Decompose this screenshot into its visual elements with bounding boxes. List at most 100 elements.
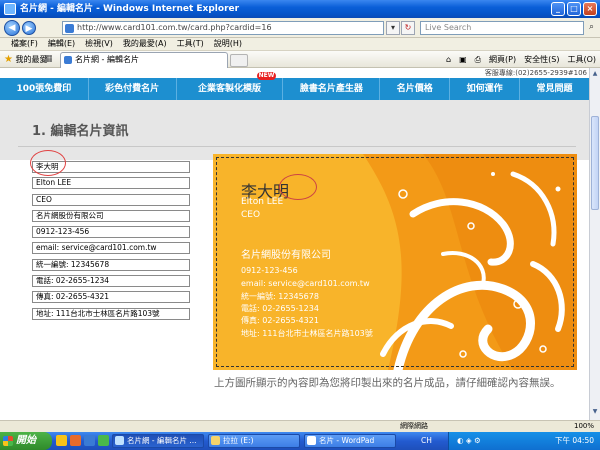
back-arrow-icon[interactable]: ◀ bbox=[4, 20, 20, 36]
field-english-name[interactable]: Elton LEE bbox=[32, 177, 190, 190]
card-address: 地址: 111台北市士林區名片路103號 bbox=[241, 329, 373, 338]
quicklaunch-icon-2[interactable] bbox=[70, 435, 81, 446]
menu-help[interactable]: 說明(H) bbox=[209, 38, 247, 50]
field-fax[interactable]: 傳真: 02-2655-4321 bbox=[32, 291, 190, 304]
taskbar-item-label: 拉拉 (E:) bbox=[223, 436, 254, 445]
hotline-text: 客服專線:(02)2655-2939#106 bbox=[484, 69, 587, 77]
ie-task-icon bbox=[115, 436, 124, 445]
security-zone: 網際網路 bbox=[400, 422, 428, 430]
new-badge: NEW bbox=[256, 72, 277, 80]
tab-current[interactable]: 名片網 - 編輯名片 bbox=[60, 52, 228, 68]
status-bar: 網際網路 100% bbox=[0, 420, 600, 432]
address-text: http://www.card101.com.tw/card.php?cardi… bbox=[77, 23, 272, 32]
favorites-star-icon: ★ bbox=[4, 54, 13, 65]
card-company: 名片網股份有限公司 bbox=[241, 250, 331, 261]
nav-faq[interactable]: 常見問題 bbox=[520, 78, 589, 100]
page-scrollbar[interactable]: ▲ ▼ bbox=[589, 68, 600, 420]
command-safety[interactable]: 安全性(S) bbox=[524, 54, 559, 65]
print-icon[interactable]: ⎙ bbox=[475, 54, 481, 65]
forward-arrow-icon[interactable]: ▶ bbox=[22, 21, 36, 35]
field-mobile[interactable]: 0912-123-456 bbox=[32, 226, 190, 239]
window-title: 名片網 - 編輯名片 - Windows Internet Explorer bbox=[20, 4, 240, 14]
close-button[interactable]: × bbox=[583, 2, 597, 16]
ime-indicator[interactable]: CH bbox=[421, 432, 432, 450]
window-title-bar[interactable]: 名片網 - 編輯名片 - Windows Internet Explorer _… bbox=[0, 0, 600, 18]
red-circle-annotation bbox=[30, 150, 66, 176]
new-tab-button[interactable] bbox=[230, 54, 248, 67]
compat-view-icon[interactable]: ▾ bbox=[386, 21, 400, 35]
menu-tools[interactable]: 工具(T) bbox=[172, 38, 209, 50]
quick-tabs-icon[interactable]: ▦ bbox=[44, 54, 56, 65]
address-input[interactable]: http://www.card101.com.tw/card.php?cardi… bbox=[62, 21, 384, 35]
card-tax-id: 統一編號: 12345678 bbox=[241, 292, 319, 301]
page-icon bbox=[65, 24, 74, 33]
favorites-label: 我的最愛 bbox=[15, 55, 48, 64]
nav-how-it-works[interactable]: 如何運作 bbox=[450, 78, 521, 100]
menu-file[interactable]: 檔案(F) bbox=[6, 38, 43, 50]
field-phone[interactable]: 電話: 02-2655-1234 bbox=[32, 275, 190, 288]
scroll-thumb[interactable] bbox=[591, 116, 599, 210]
card-email: email: service@card101.com.tw bbox=[241, 279, 370, 288]
card-english-name: Elton LEE bbox=[241, 197, 284, 207]
favorites-button[interactable]: ★ 我的最愛 bbox=[4, 54, 48, 65]
address-toolbar: ◀ ▶ http://www.card101.com.tw/card.php?c… bbox=[0, 18, 600, 38]
card-job-title: CEO bbox=[241, 210, 261, 220]
taskbar-item-label: 名片網 - 編輯名片 ... bbox=[127, 436, 197, 445]
quicklaunch-icon-1[interactable] bbox=[56, 435, 67, 446]
folder-task-icon bbox=[211, 436, 220, 445]
nav-enterprise-label: 企業客製化模版 bbox=[197, 84, 261, 94]
clock[interactable]: 下午 04:50 bbox=[555, 432, 594, 450]
command-page[interactable]: 網頁(P) bbox=[489, 54, 516, 65]
refresh-icon[interactable]: ↻ bbox=[401, 21, 415, 35]
taskbar-item-folder[interactable]: 拉拉 (E:) bbox=[208, 434, 300, 448]
windows-logo-icon bbox=[3, 436, 13, 446]
confirmation-notice: 上方圖所顯示的內容即為您將印製出來的名片成品，請仔細確認內容無誤。 bbox=[214, 377, 561, 389]
nav-enterprise-template[interactable]: 企業客製化模版 NEW bbox=[177, 72, 284, 100]
card-mobile: 0912-123-456 bbox=[241, 266, 298, 275]
quicklaunch-icon-4[interactable] bbox=[98, 435, 109, 446]
tray-icons[interactable]: ◐ ◈ ⚙ bbox=[457, 432, 481, 450]
taskbar-item-label: 名片 - WordPad bbox=[319, 436, 375, 445]
search-placeholder: Live Search bbox=[425, 23, 472, 32]
menu-view[interactable]: 檢視(V) bbox=[80, 38, 118, 50]
scroll-up-icon[interactable]: ▲ bbox=[591, 70, 599, 79]
divider bbox=[18, 146, 576, 147]
quick-launch bbox=[56, 435, 109, 446]
field-company[interactable]: 名片網股份有限公司 bbox=[32, 209, 190, 222]
command-tools[interactable]: 工具(O) bbox=[567, 54, 596, 65]
nav-price[interactable]: 名片價格 bbox=[380, 78, 451, 100]
nav-free-print[interactable]: 100張免費印 bbox=[0, 78, 89, 100]
menu-favorites[interactable]: 我的最愛(A) bbox=[118, 38, 172, 50]
minimize-button[interactable]: _ bbox=[551, 2, 565, 16]
taskbar-item-ie[interactable]: 名片網 - 編輯名片 ... bbox=[112, 434, 204, 448]
feeds-icon[interactable]: ▣ bbox=[459, 54, 467, 65]
section-title: 1. 編輯名片資訊 bbox=[32, 124, 129, 139]
home-icon[interactable]: ⌂ bbox=[446, 54, 451, 65]
start-button[interactable]: 開始 bbox=[0, 432, 52, 450]
card-phone: 電話: 02-2655-1234 bbox=[241, 304, 319, 313]
card-fax: 傳真: 02-2655-4321 bbox=[241, 316, 319, 325]
field-tax-id[interactable]: 統一編號: 12345678 bbox=[32, 258, 190, 271]
scroll-down-icon[interactable]: ▼ bbox=[591, 408, 599, 417]
maximize-button[interactable]: □ bbox=[567, 2, 581, 16]
zoom-level[interactable]: 100% bbox=[574, 421, 594, 432]
favorites-tab-bar: ★ 我的最愛 ▦ 名片網 - 編輯名片 ⌂ ▣ ⎙ 網頁(P) 安全性(S) 工… bbox=[0, 51, 600, 68]
card-preview: 李大明 Elton LEE CEO 名片網股份有限公司 0912-123-456… bbox=[213, 154, 577, 370]
web-page: 客服專線:(02)2655-2939#106 100張免費印 彩色付費名片 企業… bbox=[0, 68, 589, 420]
field-email[interactable]: email: service@card101.com.tw bbox=[32, 242, 190, 255]
menu-edit[interactable]: 編輯(E) bbox=[43, 38, 80, 50]
nav-facebook-generator[interactable]: 臉書名片產生器 bbox=[283, 78, 381, 100]
field-address[interactable]: 地址: 111台北市士林區名片路103號 bbox=[32, 307, 190, 320]
search-input[interactable]: Live Search bbox=[420, 21, 584, 35]
search-icon[interactable]: ⌕ bbox=[585, 21, 598, 35]
field-job-title[interactable]: CEO bbox=[32, 193, 190, 206]
nav-color-paid[interactable]: 彩色付費名片 bbox=[89, 78, 177, 100]
system-tray: CH ◐ ◈ ⚙ 下午 04:50 bbox=[421, 432, 600, 450]
tab-page-icon bbox=[64, 56, 72, 64]
start-label: 開始 bbox=[16, 435, 36, 446]
quicklaunch-icon-3[interactable] bbox=[84, 435, 95, 446]
windows-taskbar: 開始 名片網 - 編輯名片 ... 拉拉 (E:) 名片 - WordPad C… bbox=[0, 432, 600, 450]
tab-label: 名片網 - 編輯名片 bbox=[75, 55, 139, 64]
taskbar-item-wordpad[interactable]: 名片 - WordPad bbox=[304, 434, 396, 448]
menu-bar: 檔案(F) 編輯(E) 檢視(V) 我的最愛(A) 工具(T) 說明(H) bbox=[0, 38, 600, 51]
